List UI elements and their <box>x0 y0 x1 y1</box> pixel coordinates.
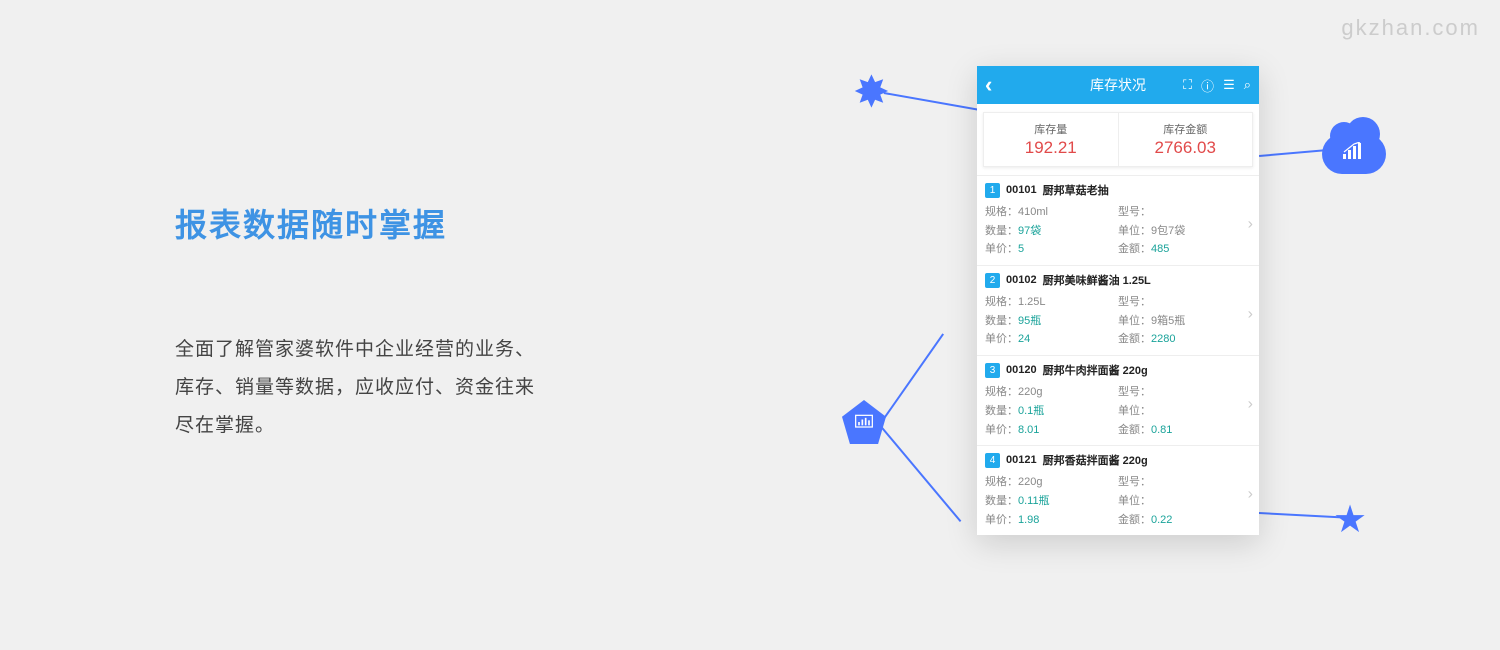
stock-qty-box[interactable]: 库存量 192.21 <box>984 113 1119 166</box>
item-index: 4 <box>985 453 1000 468</box>
inventory-list: 100101厨邦草菇老抽规格：410ml型号：数量：97袋单位：9包7袋单价：5… <box>977 175 1259 535</box>
item-header: 1 00101 厨邦草菇老抽 <box>985 182 1251 198</box>
qty-value: 0.11瓶 <box>1018 495 1050 507</box>
qty-label: 数量： <box>985 495 1018 507</box>
stock-qty-label: 库存量 <box>984 121 1118 137</box>
item-index: 3 <box>985 363 1000 378</box>
item-index: 2 <box>985 273 1000 288</box>
model-label: 型号： <box>1118 296 1151 308</box>
header-actions: ⛶ ⓘ ☰ ⌕ <box>1183 76 1251 95</box>
price-label: 单价： <box>985 424 1018 436</box>
qty-value: 97袋 <box>1018 225 1041 237</box>
item-header: 4 00121 厨邦香菇拌面酱 220g <box>985 452 1251 468</box>
price-value: 1.98 <box>1018 514 1039 526</box>
spec-value: 410ml <box>1018 206 1048 218</box>
amount-label: 金额： <box>1118 243 1151 255</box>
connector-line <box>879 425 961 522</box>
app-header: ‹ 库存状况 ⛶ ⓘ ☰ ⌕ <box>977 66 1259 104</box>
spec-label: 规格： <box>985 476 1018 488</box>
amount-label: 金额： <box>1118 514 1151 526</box>
price-label: 单价： <box>985 333 1018 345</box>
qty-value: 0.1瓶 <box>1018 405 1044 417</box>
phone-mockup: ‹ 库存状况 ⛶ ⓘ ☰ ⌕ 库存量 192.21 库存金额 2766.03 1… <box>977 66 1259 535</box>
stock-amount-box[interactable]: 库存金额 2766.03 <box>1119 113 1253 166</box>
spec-value: 220g <box>1018 476 1042 488</box>
inventory-item[interactable]: 2 00102 厨邦美味鲜酱油 1.25L 规格：1.25L 型号： 数量：95瓶 单位：9… <box>977 265 1259 355</box>
amount-value: 485 <box>1151 243 1169 255</box>
info-icon[interactable]: ⓘ <box>1201 76 1214 95</box>
description: 全面了解管家婆软件中企业经营的业务、 库存、销量等数据，应收应付、资金往来 尽在… <box>175 331 655 445</box>
stock-amount-label: 库存金额 <box>1119 121 1253 137</box>
marketing-copy: 报表数据随时掌握 全面了解管家婆软件中企业经营的业务、 库存、销量等数据，应收应… <box>175 200 655 445</box>
spec-value: 1.25L <box>1018 296 1046 308</box>
search-icon[interactable]: ⌕ <box>1244 77 1251 93</box>
star-icon: ★ <box>1333 497 1367 542</box>
stock-amount-value: 2766.03 <box>1119 138 1253 158</box>
item-header: 3 00120 厨邦牛肉拌面酱 220g <box>985 362 1251 378</box>
qty-value: 95瓶 <box>1018 315 1041 327</box>
scan-icon[interactable]: ⛶ <box>1183 77 1192 93</box>
spec-label: 规格： <box>985 296 1018 308</box>
pentagon-icon <box>842 400 886 444</box>
list-icon[interactable]: ☰ <box>1223 77 1235 93</box>
spec-label: 规格： <box>985 206 1018 218</box>
item-name: 厨邦草菇老抽 <box>1043 182 1109 198</box>
headline: 报表数据随时掌握 <box>175 200 655 246</box>
cloud-chart-icon <box>1322 128 1386 176</box>
amount-value: 0.81 <box>1151 424 1172 436</box>
connector-line <box>884 92 983 111</box>
model-label: 型号： <box>1118 476 1151 488</box>
inventory-item[interactable]: 3 00120 厨邦牛肉拌面酱 220g 规格：220g 型号： 数量：0.1瓶 单位： 单价… <box>977 355 1259 445</box>
amount-label: 金额： <box>1118 333 1151 345</box>
summary-panel: 库存量 192.21 库存金额 2766.03 <box>983 112 1253 167</box>
chevron-right-icon: › <box>1248 395 1253 413</box>
qty-label: 数量： <box>985 225 1018 237</box>
unit-label: 单位： <box>1118 225 1151 237</box>
unit-value: 9包7袋 <box>1151 225 1185 237</box>
connector-line <box>1259 512 1344 518</box>
price-value: 8.01 <box>1018 424 1039 436</box>
spec-label: 规格： <box>985 386 1018 398</box>
chevron-right-icon: › <box>1248 485 1253 503</box>
burst-icon: ✸ <box>853 67 890 118</box>
desc-line: 库存、销量等数据，应收应付、资金往来 <box>175 369 655 407</box>
connector-line <box>881 333 944 422</box>
unit-value: 9箱5瓶 <box>1151 315 1185 327</box>
item-code: 00121 <box>1006 454 1037 466</box>
unit-label: 单位： <box>1118 405 1151 417</box>
item-name: 厨邦牛肉拌面酱 220g <box>1043 362 1148 378</box>
item-code: 00120 <box>1006 364 1037 376</box>
model-label: 型号： <box>1118 206 1151 218</box>
inventory-item[interactable]: 4 00121 厨邦香菇拌面酱 220g 规格：220g 型号： 数量：0.11瓶 单位： 单… <box>977 445 1259 535</box>
amount-label: 金额： <box>1118 424 1151 436</box>
item-code: 00101 <box>1006 184 1037 196</box>
item-name: 厨邦香菇拌面酱 220g <box>1043 452 1148 468</box>
unit-label: 单位： <box>1118 495 1151 507</box>
model-label: 型号： <box>1118 386 1151 398</box>
watermark: gkzhan.com <box>1341 15 1480 41</box>
desc-line: 尽在掌握。 <box>175 407 655 445</box>
amount-value: 2280 <box>1151 333 1175 345</box>
stock-qty-value: 192.21 <box>984 138 1118 158</box>
item-header: 2 00102 厨邦美味鲜酱油 1.25L <box>985 272 1251 288</box>
chevron-right-icon: › <box>1248 215 1253 233</box>
price-value: 24 <box>1018 333 1030 345</box>
connector-line <box>1259 149 1331 157</box>
amount-value: 0.22 <box>1151 514 1172 526</box>
item-name: 厨邦美味鲜酱油 1.25L <box>1043 272 1151 288</box>
desc-line: 全面了解管家婆软件中企业经营的业务、 <box>175 331 655 369</box>
qty-label: 数量： <box>985 315 1018 327</box>
spec-value: 220g <box>1018 386 1042 398</box>
item-index: 1 <box>985 183 1000 198</box>
unit-label: 单位： <box>1118 315 1151 327</box>
item-code: 00102 <box>1006 274 1037 286</box>
price-label: 单价： <box>985 243 1018 255</box>
price-value: 5 <box>1018 243 1024 255</box>
qty-label: 数量： <box>985 405 1018 417</box>
inventory-item[interactable]: 1 00101 厨邦草菇老抽规格：410ml 型号： 数量：97袋 单位：9包7袋单价：5… <box>977 175 1259 265</box>
chevron-right-icon: › <box>1248 305 1253 323</box>
price-label: 单价： <box>985 514 1018 526</box>
